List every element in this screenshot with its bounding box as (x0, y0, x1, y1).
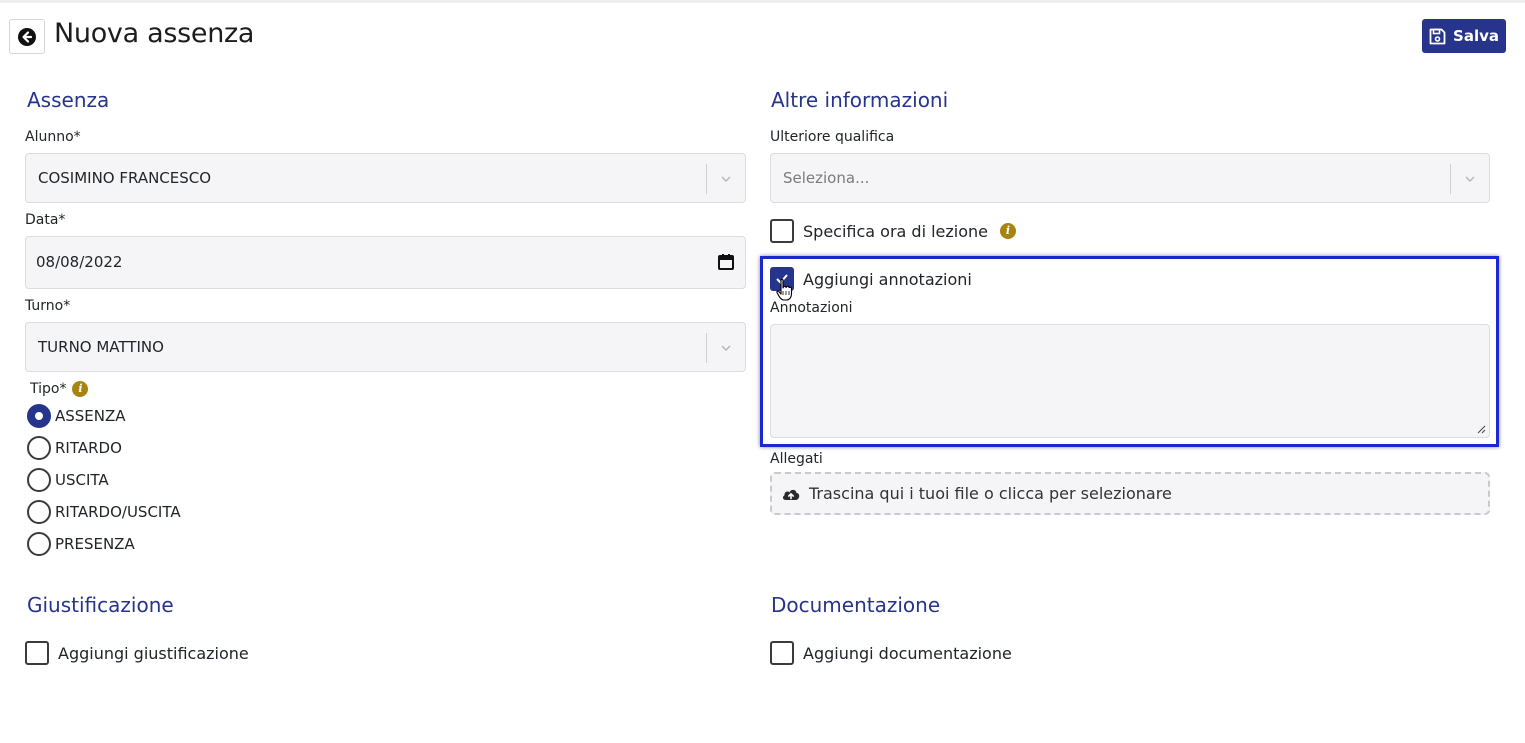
data-input[interactable]: 08/08/2022 (25, 236, 746, 289)
radio-assenza[interactable]: ASSENZA (27, 404, 126, 428)
radio-button[interactable] (27, 404, 51, 428)
turno-label: Turno* (25, 298, 71, 314)
documentazione-checkbox-row[interactable]: Aggiungi documentazione (770, 641, 1012, 665)
select-separator (1450, 164, 1451, 194)
radio-button[interactable] (27, 500, 51, 524)
allegati-label: Allegati (770, 451, 823, 467)
section-title-documentazione: Documentazione (771, 593, 941, 617)
qualifica-label: Ulteriore qualifica (770, 129, 895, 145)
select-separator (706, 164, 707, 194)
section-title-giustificazione: Giustificazione (27, 593, 174, 617)
calendar-icon[interactable] (717, 253, 735, 271)
tipo-label-row: Tipo* i (30, 381, 89, 397)
giustificazione-check-label: Aggiungi giustificazione (58, 643, 249, 663)
back-button[interactable] (9, 19, 45, 54)
info-icon[interactable]: i (72, 381, 89, 397)
radio-ritardo-uscita[interactable]: RITARDO/USCITA (27, 500, 181, 524)
radio-ritardo[interactable]: RITARDO (27, 436, 122, 460)
qualifica-select-placeholder: Seleziona... (783, 169, 870, 187)
info-icon[interactable]: i (1000, 223, 1017, 239)
radio-label: RITARDO/USCITA (55, 503, 181, 521)
data-input-value: 08/08/2022 (36, 253, 123, 271)
specifica-ora-checkbox[interactable] (770, 219, 794, 243)
radio-label: PRESENZA (55, 535, 135, 553)
annotazioni-checkbox-row[interactable]: Aggiungi annotazioni (770, 267, 972, 291)
tipo-label: Tipo* (30, 381, 67, 397)
radio-label: RITARDO (55, 439, 122, 457)
chevron-down-icon (721, 345, 731, 351)
radio-label: ASSENZA (55, 407, 126, 425)
annotazioni-label: Annotazioni (770, 300, 853, 316)
checkmark-icon (776, 274, 788, 284)
annotazioni-textarea[interactable] (770, 324, 1490, 438)
annotazioni-check-label: Aggiungi annotazioni (803, 269, 972, 289)
turno-select-value: TURNO MATTINO (38, 338, 164, 356)
floppy-disk-icon (1429, 28, 1446, 44)
chevron-down-icon (721, 176, 731, 182)
qualifica-select[interactable]: Seleziona... (770, 153, 1490, 203)
giustificazione-checkbox-row[interactable]: Aggiungi giustificazione (25, 641, 249, 665)
arrow-left-circle-icon (18, 27, 36, 46)
dropzone-text: Trascina qui i tuoi file o clicca per se… (809, 484, 1172, 503)
radio-button[interactable] (27, 532, 51, 556)
giustificazione-checkbox[interactable] (25, 641, 49, 665)
documentazione-check-label: Aggiungi documentazione (803, 643, 1012, 663)
annotazioni-checkbox[interactable] (770, 267, 794, 291)
page-title: Nuova assenza (54, 18, 255, 49)
radio-button[interactable] (27, 468, 51, 492)
chevron-down-icon (1465, 176, 1475, 182)
alunno-select[interactable]: COSIMINO FRANCESCO (25, 153, 746, 203)
resize-grip-icon[interactable] (1477, 425, 1486, 434)
save-button[interactable]: Salva (1422, 19, 1506, 53)
cloud-upload-icon (782, 489, 800, 500)
turno-select[interactable]: TURNO MATTINO (25, 322, 746, 372)
radio-presenza[interactable]: PRESENZA (27, 532, 135, 556)
specifica-ora-checkbox-row[interactable]: Specifica ora di lezione i (770, 219, 1017, 243)
radio-uscita[interactable]: USCITA (27, 468, 109, 492)
data-label: Data* (25, 212, 66, 228)
alunno-label: Alunno* (25, 129, 81, 145)
section-title-assenza: Assenza (27, 88, 110, 112)
allegati-dropzone[interactable]: Trascina qui i tuoi file o clicca per se… (770, 472, 1490, 515)
top-border (0, 0, 1525, 3)
save-button-label: Salva (1453, 27, 1499, 45)
alunno-select-value: COSIMINO FRANCESCO (38, 169, 212, 187)
specifica-ora-label: Specifica ora di lezione (803, 221, 989, 241)
radio-label: USCITA (55, 471, 109, 489)
radio-button[interactable] (27, 436, 51, 460)
section-title-altre-informazioni: Altre informazioni (771, 88, 949, 112)
select-separator (706, 333, 707, 363)
documentazione-checkbox[interactable] (770, 641, 794, 665)
